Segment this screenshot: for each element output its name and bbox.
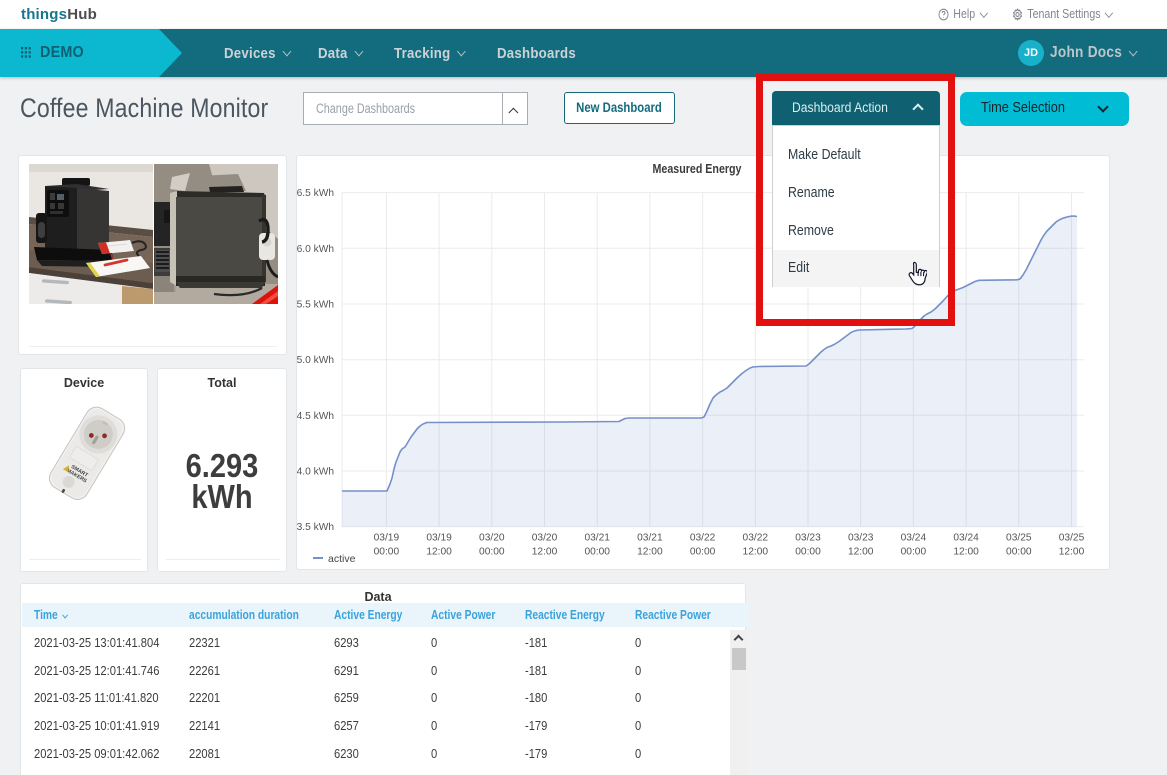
svg-text:00:00: 00:00	[690, 547, 716, 558]
svg-text:00:00: 00:00	[901, 547, 927, 558]
svg-text:03/24: 03/24	[901, 533, 927, 544]
svg-text:03/21: 03/21	[637, 533, 663, 544]
svg-text:12:00: 12:00	[637, 547, 663, 558]
svg-text:00:00: 00:00	[584, 547, 610, 558]
svg-text:6.5 kWh: 6.5 kWh	[297, 188, 334, 199]
svg-text:03/25: 03/25	[1006, 533, 1032, 544]
svg-text:00:00: 00:00	[479, 547, 505, 558]
svg-text:12:00: 12:00	[532, 547, 558, 558]
svg-text:00:00: 00:00	[795, 547, 821, 558]
svg-text:12:00: 12:00	[1059, 547, 1085, 558]
svg-text:03/23: 03/23	[795, 533, 821, 544]
svg-text:3.5 kWh: 3.5 kWh	[297, 522, 334, 533]
svg-text:00:00: 00:00	[374, 547, 400, 558]
svg-text:03/19: 03/19	[426, 533, 452, 544]
svg-text:03/21: 03/21	[584, 533, 610, 544]
svg-text:03/23: 03/23	[848, 533, 874, 544]
svg-text:5.5 kWh: 5.5 kWh	[297, 300, 334, 311]
svg-text:03/25: 03/25	[1059, 533, 1085, 544]
svg-text:active: active	[328, 553, 356, 565]
svg-text:12:00: 12:00	[953, 547, 979, 558]
svg-text:03/22: 03/22	[743, 533, 769, 544]
svg-text:4.5 kWh: 4.5 kWh	[297, 411, 334, 422]
svg-text:4.0 kWh: 4.0 kWh	[297, 467, 334, 478]
svg-text:12:00: 12:00	[848, 547, 874, 558]
svg-text:03/19: 03/19	[374, 533, 400, 544]
svg-text:5.0 kWh: 5.0 kWh	[297, 355, 334, 366]
svg-text:03/24: 03/24	[953, 533, 979, 544]
svg-text:Measured Energy: Measured Energy	[653, 162, 742, 176]
svg-text:6.0 kWh: 6.0 kWh	[297, 244, 334, 255]
svg-text:12:00: 12:00	[743, 547, 769, 558]
svg-text:03/22: 03/22	[690, 533, 716, 544]
svg-text:12:00: 12:00	[426, 547, 452, 558]
svg-text:00:00: 00:00	[1006, 547, 1032, 558]
svg-text:03/20: 03/20	[479, 533, 505, 544]
svg-text:03/20: 03/20	[532, 533, 558, 544]
